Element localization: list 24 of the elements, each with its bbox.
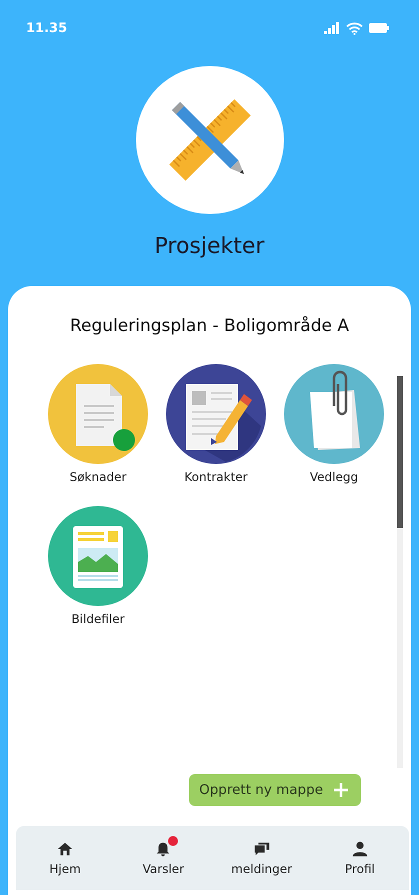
project-title: Reguleringsplan - Boligområde A [69, 316, 350, 336]
folder-label[interactable]: Vedlegg [310, 470, 358, 484]
folder-label[interactable]: Kontrakter [184, 470, 248, 484]
person-icon [350, 840, 369, 858]
contract-pencil-icon[interactable] [166, 364, 266, 464]
scrollbar[interactable] [397, 376, 403, 768]
signal-icon [324, 22, 340, 34]
nav-tab[interactable]: Profil [310, 840, 409, 876]
chat-icon [252, 840, 271, 858]
wifi-icon [346, 22, 363, 34]
plus-icon [333, 782, 349, 798]
nav-tab[interactable]: Varsler [114, 840, 212, 876]
nav-tab[interactable]: meldinger [212, 840, 311, 876]
document-icon[interactable] [48, 364, 148, 464]
battery-icon [369, 23, 389, 33]
nav-tab[interactable]: Hjem [16, 840, 114, 876]
create-folder-button[interactable]: Opprett ny mappe [189, 774, 361, 806]
home-icon [56, 840, 74, 858]
folder-label[interactable]: Søknader [70, 470, 126, 484]
status-time: 11.35 [26, 20, 68, 36]
paperclip-icon[interactable] [284, 364, 384, 464]
folder-label[interactable]: Bildefiler [71, 612, 125, 626]
page-title: Prosjekter [154, 234, 264, 261]
image-document-icon[interactable] [48, 506, 148, 606]
